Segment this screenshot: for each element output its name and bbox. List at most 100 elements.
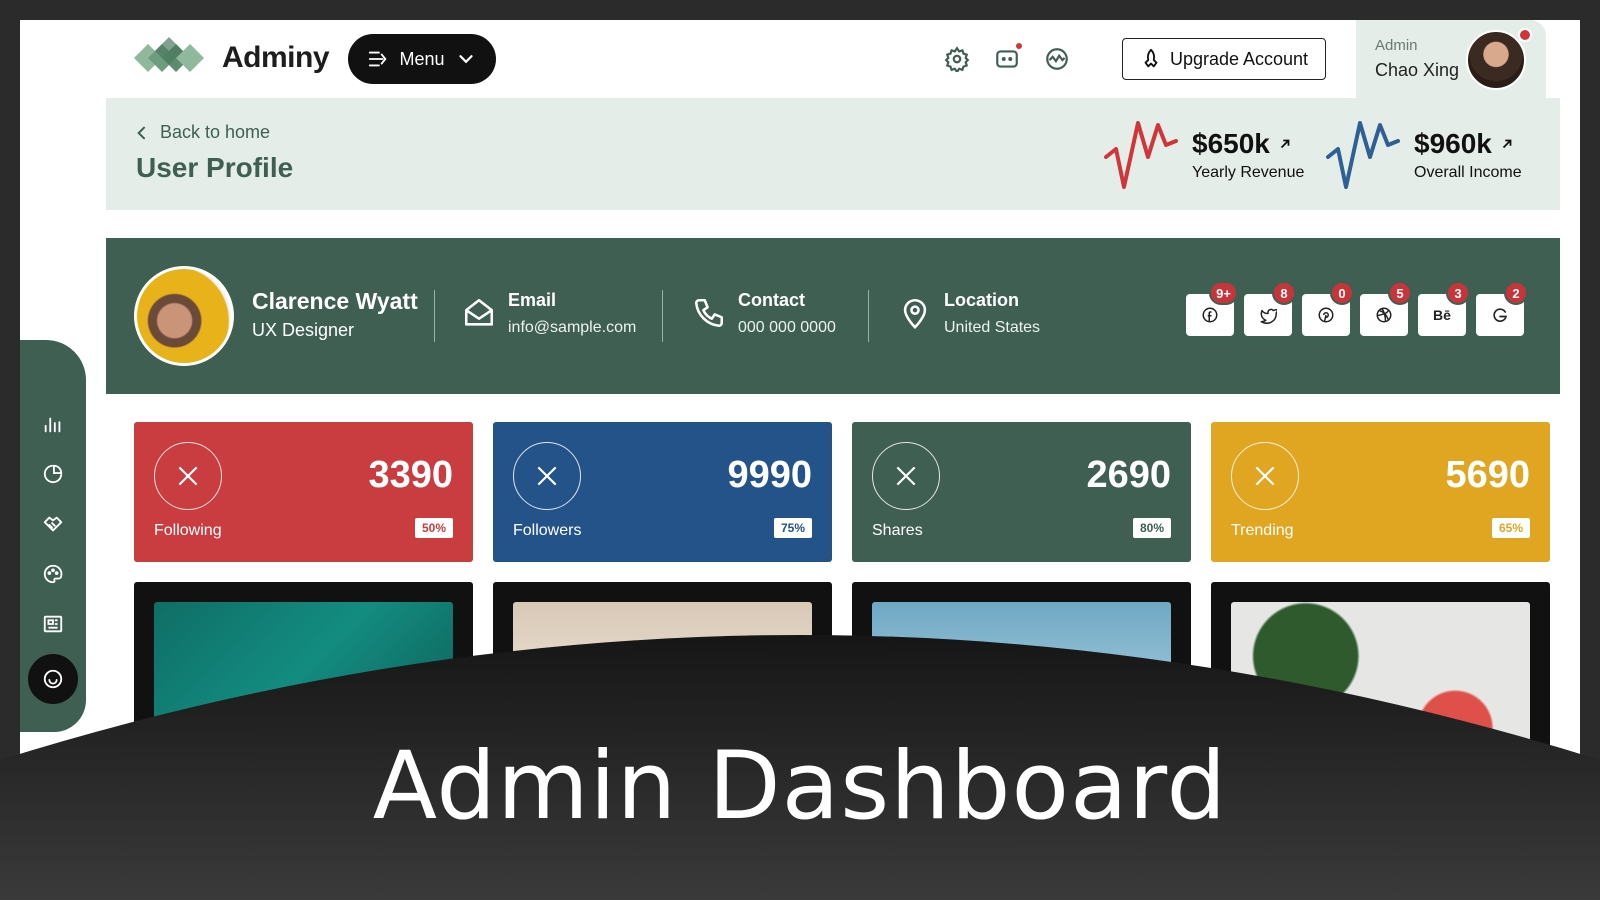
palette-icon (43, 564, 63, 584)
x-logo-icon (154, 442, 222, 510)
messages-button[interactable] (992, 41, 1024, 74)
social-badge: 5 (1388, 281, 1412, 305)
envelope-icon (464, 298, 494, 326)
menu-label: Menu (399, 48, 445, 69)
back-label: Back to home (160, 122, 271, 142)
x-logo-icon (513, 442, 581, 510)
profile-banner: Clarence Wyatt UX Designer Email info@sa… (106, 238, 1560, 394)
top-header: Adminy Menu Upgrade Account Admin Chao X… (106, 20, 1580, 98)
social-badge: 0 (1330, 281, 1354, 305)
location-title: Location (944, 290, 1019, 310)
settings-button[interactable] (942, 44, 972, 74)
email-title: Email (508, 290, 557, 310)
back-to-home-link[interactable]: Back to home (134, 122, 270, 143)
pinterest-icon (1318, 307, 1334, 323)
yearly-revenue-stat: $650k Yearly Revenue (1104, 116, 1304, 194)
card-percent: 65% (1491, 518, 1530, 538)
followers-card[interactable]: 9990 Followers 75% (493, 422, 832, 562)
sidebar-item-reports[interactable] (33, 454, 73, 494)
overall-income-stat: $960k Overall Income (1326, 116, 1522, 194)
twitter-button[interactable]: 8 (1244, 281, 1296, 336)
upgrade-label: Upgrade Account (1169, 48, 1309, 69)
social-badge: 9+ (1209, 281, 1238, 305)
facebook-button[interactable]: 9+ (1186, 281, 1238, 336)
card-value: 5690 (1445, 454, 1530, 496)
logo-diamond-icon (134, 37, 204, 72)
divider (868, 290, 869, 342)
menu-button[interactable]: Menu (348, 34, 496, 84)
activity-icon (1046, 48, 1068, 70)
divider (662, 290, 663, 342)
chevron-left-icon (137, 126, 145, 139)
card-percent: 75% (773, 518, 812, 538)
card-percent: 50% (414, 518, 453, 538)
banner-title: Admin Dashboard (372, 732, 1228, 841)
dribbble-icon (1376, 307, 1392, 323)
card-label: Followers (513, 522, 582, 539)
card-label: Shares (872, 522, 923, 539)
profile-name: Clarence Wyatt (252, 288, 418, 314)
page-title: User Profile (136, 152, 294, 183)
social-badge: 8 (1272, 281, 1296, 305)
user-menu[interactable]: Admin Chao Xing (1356, 20, 1546, 98)
contact-value[interactable]: 000 000 0000 (738, 319, 836, 337)
gear-icon (944, 46, 970, 72)
shares-card[interactable]: 2690 Shares 80% (852, 422, 1191, 562)
online-status-dot (1518, 28, 1532, 42)
behance-button[interactable]: Bē 3 (1418, 281, 1470, 336)
divider (434, 290, 435, 342)
profile-role: UX Designer (252, 320, 355, 340)
profile-email: Email info@sample.com (462, 290, 636, 337)
card-value: 3390 (368, 454, 453, 496)
sidebar-item-design[interactable] (33, 554, 73, 594)
revenue-label: Yearly Revenue (1192, 164, 1305, 181)
profile-avatar (134, 266, 234, 366)
social-links: 9+ 8 0 5 Bē 3 2 (1186, 281, 1528, 336)
x-logo-icon (872, 442, 940, 510)
activity-button[interactable] (1042, 44, 1072, 74)
twitter-icon (1260, 308, 1277, 324)
sidebar-item-deals[interactable] (33, 504, 73, 544)
logo[interactable]: Adminy (134, 34, 330, 82)
user-role: Admin (1375, 37, 1418, 54)
logo-text: Adminy (222, 41, 330, 74)
notification-dot (1014, 41, 1024, 51)
profile-location: Location United States (898, 290, 1040, 337)
stat-cards: 3390 Following 50% 9990 Followers 75% 26… (134, 422, 1550, 562)
trending-card[interactable]: 5690 Trending 65% (1211, 422, 1550, 562)
user-name: Chao Xing (1375, 60, 1460, 80)
pie-chart-icon (43, 464, 63, 484)
location-pin-icon (903, 298, 927, 329)
income-sparkline-icon (1326, 121, 1400, 189)
facebook-icon (1202, 307, 1218, 323)
dribbble-button[interactable]: 5 (1360, 281, 1412, 336)
location-value: United States (944, 319, 1041, 336)
menu-icon (369, 51, 387, 67)
following-card[interactable]: 3390 Following 50% (134, 422, 473, 562)
page-header: Back to home User Profile $650k Yearly R… (106, 98, 1560, 210)
revenue-value: $650k (1192, 128, 1270, 159)
handshake-icon (43, 516, 63, 532)
x-logo-icon (1231, 442, 1299, 510)
bar-chart-icon (44, 417, 61, 433)
upgrade-account-button[interactable]: Upgrade Account (1122, 38, 1326, 80)
revenue-sparkline-icon (1104, 121, 1178, 189)
social-badge: 3 (1446, 281, 1470, 305)
email-value[interactable]: info@sample.com (508, 319, 636, 337)
behance-icon: Bē (1433, 307, 1451, 323)
social-badge: 2 (1504, 281, 1528, 305)
card-label: Trending (1231, 522, 1294, 539)
google-button[interactable]: 2 (1476, 281, 1528, 336)
profile-contact: Contact 000 000 0000 (692, 290, 836, 337)
avatar (1466, 30, 1526, 90)
arrow-up-right-icon (1280, 139, 1290, 149)
pinterest-button[interactable]: 0 (1302, 281, 1354, 336)
arrow-up-right-icon (1502, 139, 1512, 149)
rocket-icon (1144, 48, 1158, 68)
card-percent: 80% (1132, 518, 1171, 538)
chevron-down-icon (458, 55, 473, 64)
contact-title: Contact (738, 290, 805, 310)
income-label: Overall Income (1414, 164, 1522, 181)
card-label: Following (154, 522, 222, 539)
sidebar-item-analytics[interactable] (33, 404, 73, 444)
